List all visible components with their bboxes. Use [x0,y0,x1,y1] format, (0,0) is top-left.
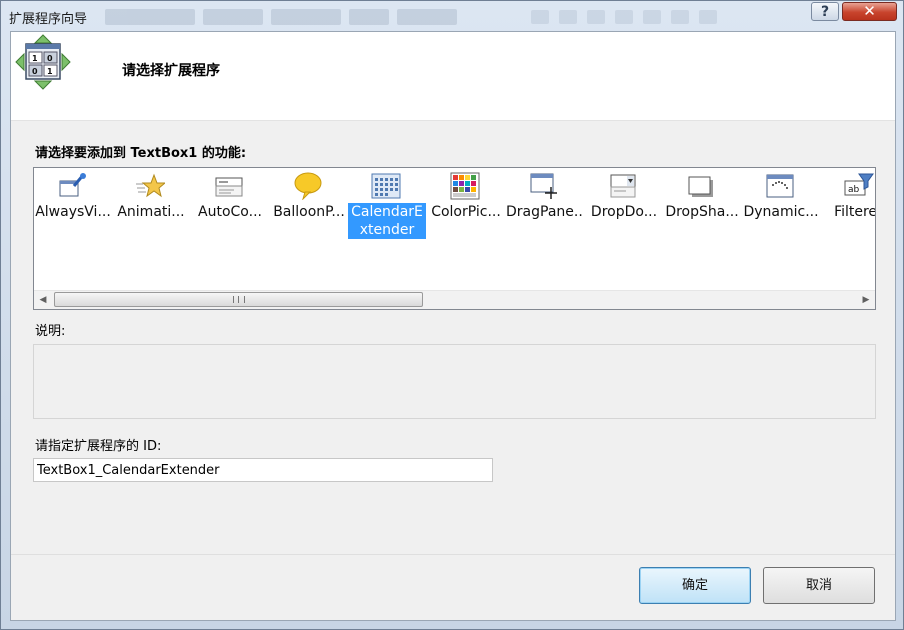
svg-text:0: 0 [47,54,53,63]
extender-item[interactable]: AutoCo... [191,168,269,240]
background-toolbar-right [531,7,801,27]
extender-wizard-icon: 1 0 0 1 [15,34,71,90]
autocomplete-textbox-icon [214,172,244,200]
extender-item-label: ColorPic... [431,204,501,220]
svg-text:0: 0 [32,67,38,76]
pushpin-window-icon [57,172,87,200]
svg-text:ab: ab [848,185,860,195]
extender-item[interactable]: DropSha... [663,168,741,240]
extender-item[interactable]: Dynamic... [742,168,820,240]
scroll-grip-icon [233,296,245,303]
extender-list[interactable]: AlwaysVi... Animati... AutoCo... BalloonP..… [33,167,876,310]
extender-item-label: Dynamic... [743,204,819,220]
extender-item[interactable]: AlwaysVi... [34,168,112,240]
extender-item[interactable]: Animati... [112,168,190,240]
extender-item[interactable]: DragPane... [506,168,584,240]
dropdown-icon [608,172,638,200]
wizard-header: 1 0 0 1 请选择扩展程序 [11,32,895,121]
dialog-window: 扩展程序向导 ? ✕ 1 0 0 1 请选择扩展程序 请选择要添加到 TextB… [0,0,904,630]
horizontal-scrollbar[interactable]: ◀ ▶ [34,290,875,309]
footer-separator [11,554,895,555]
extender-item-label: AutoCo... [198,204,262,220]
scroll-right-arrow[interactable]: ▶ [859,294,873,306]
window-title: 扩展程序向导 [9,12,88,27]
title-bar[interactable]: 扩展程序向导 ? ✕ [1,1,903,31]
scroll-left-arrow[interactable]: ◀ [36,294,50,306]
animation-star-icon [135,172,167,200]
color-palette-icon [450,172,480,200]
extender-item-label: Filtered [834,204,875,220]
extender-item[interactable]: CalendarExtender [348,168,426,240]
close-button[interactable]: ✕ [842,2,897,21]
extender-items: AlwaysVi... Animati... AutoCo... BalloonP..… [34,168,875,290]
extender-list-label: 请选择要添加到 TextBox1 的功能: [35,146,247,161]
description-box [33,344,876,419]
svg-text:1: 1 [32,54,38,63]
extender-item-label: DropDo... [590,204,658,220]
help-button[interactable]: ? [811,2,839,21]
dialog-client-area: 1 0 0 1 请选择扩展程序 请选择要添加到 TextBox1 的功能: Al… [10,31,896,621]
header-title: 请选择扩展程序 [122,63,220,79]
dynamic-populate-icon [765,172,795,200]
drop-shadow-icon [686,172,716,200]
id-field-label: 请指定扩展程序的 ID: [35,439,162,454]
calendar-grid-icon [371,172,401,200]
extender-item[interactable]: BalloonP... [270,168,348,240]
scroll-thumb[interactable] [54,292,423,307]
extender-item[interactable]: DropDo... [585,168,663,240]
background-toolbar [105,7,525,27]
extender-item[interactable]: ColorPic... [427,168,505,240]
extender-item-label: DropSha... [665,204,739,220]
cancel-button[interactable]: 取消 [763,567,875,604]
extender-item-label: BalloonP... [273,204,345,220]
extender-item-label: AlwaysVi... [35,204,111,220]
svg-text:1: 1 [47,67,53,76]
extender-item[interactable]: ab Filtered [821,168,875,240]
ok-button[interactable]: 确定 [639,567,751,604]
drag-panel-icon [529,172,559,200]
extender-item-label: Animati... [117,204,185,220]
extender-item-label: DragPane... [506,204,584,220]
filter-textbox-icon: ab [844,172,874,200]
description-label: 说明: [35,324,66,339]
extender-id-input[interactable] [33,458,493,482]
extender-item-label: CalendarExtender [348,203,426,239]
balloon-icon [293,172,323,201]
